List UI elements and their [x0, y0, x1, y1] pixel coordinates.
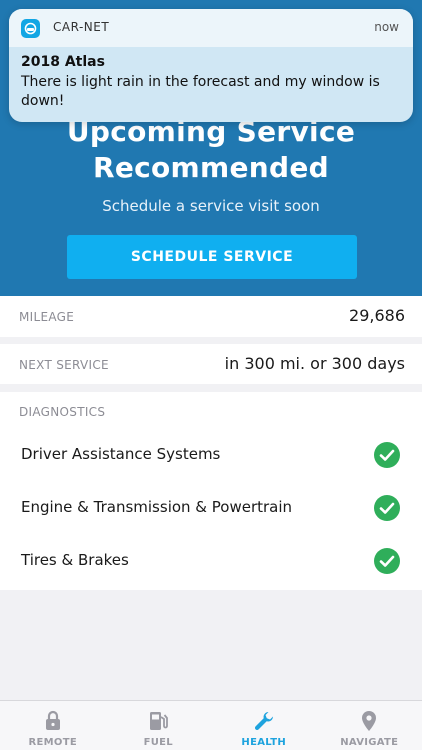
- notification-body: There is light rain in the forecast and …: [21, 74, 380, 109]
- car-net-app-icon: [21, 19, 40, 38]
- tab-fuel[interactable]: FUEL: [106, 701, 212, 750]
- diagnostic-item-tires-brakes[interactable]: Tires & Brakes: [0, 536, 422, 588]
- notification-title: 2018 Atlas: [21, 54, 105, 70]
- tab-navigate[interactable]: NAVIGATE: [317, 701, 422, 750]
- check-circle-icon: [374, 442, 400, 468]
- diagnostic-label: Driver Assistance Systems: [21, 445, 221, 463]
- mileage-row: MILEAGE 29,686: [0, 296, 422, 337]
- next-service-value: in 300 mi. or 300 days: [224, 354, 405, 373]
- diagnostic-item-engine-transmission[interactable]: Engine & Transmission & Powertrain: [0, 483, 422, 535]
- diagnostic-item-driver-assistance[interactable]: Driver Assistance Systems: [0, 430, 422, 482]
- notification-app-name: CAR-NET: [53, 20, 110, 34]
- diagnostics-section: DIAGNOSTICS Driver Assistance Systems En…: [0, 392, 422, 590]
- hero-subtitle: Schedule a service visit soon: [102, 197, 320, 215]
- tab-label: FUEL: [143, 737, 173, 748]
- tab-health[interactable]: HEALTH: [211, 701, 317, 750]
- notification-header: CAR-NET now: [9, 9, 413, 47]
- mileage-label: MILEAGE: [19, 310, 75, 324]
- diagnostics-header: DIAGNOSTICS: [19, 405, 106, 419]
- tab-label: NAVIGATE: [340, 737, 399, 748]
- bottom-tab-bar: REMOTE FUEL HEALTH NAVIGATE: [0, 700, 422, 750]
- push-notification[interactable]: CAR-NET now 2018 Atlas There is light ra…: [9, 9, 413, 122]
- mileage-value: 29,686: [349, 306, 405, 325]
- tab-remote[interactable]: REMOTE: [0, 701, 106, 750]
- tab-label: REMOTE: [28, 737, 77, 748]
- map-pin-icon: [362, 711, 377, 731]
- diagnostic-label: Engine & Transmission & Powertrain: [21, 498, 293, 516]
- next-service-label: NEXT SERVICE: [19, 358, 109, 372]
- schedule-service-button[interactable]: SCHEDULE SERVICE: [67, 235, 357, 279]
- hero-title-text: Upcoming Service Recommended: [66, 115, 356, 184]
- notification-time: now: [374, 20, 399, 34]
- diagnostic-label: Tires & Brakes: [21, 551, 129, 569]
- tab-label: HEALTH: [241, 737, 287, 748]
- check-circle-icon: [374, 548, 400, 574]
- fuel-pump-icon: [150, 712, 169, 730]
- check-circle-icon: [374, 495, 400, 521]
- wrench-icon: [254, 712, 273, 731]
- next-service-row: NEXT SERVICE in 300 mi. or 300 days: [0, 344, 422, 384]
- hero-title: Upcoming Service Recommended: [0, 114, 422, 186]
- lock-icon: [45, 710, 60, 730]
